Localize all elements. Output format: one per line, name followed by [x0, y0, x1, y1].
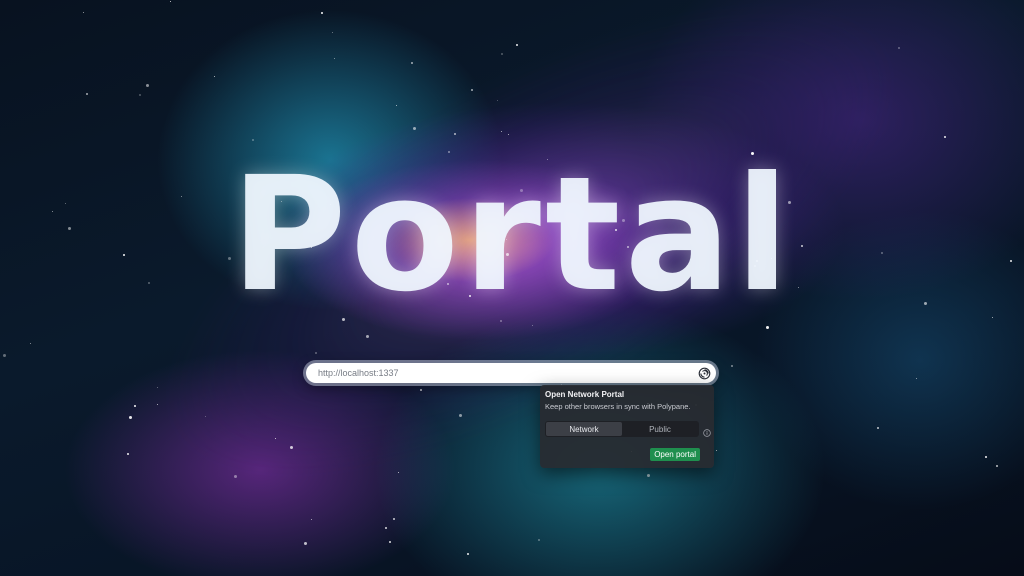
star: [315, 352, 317, 354]
hero-title: Portal: [230, 143, 794, 327]
star: [134, 405, 136, 407]
star: [275, 438, 276, 439]
star: [393, 518, 395, 520]
star: [366, 335, 369, 338]
star: [396, 105, 397, 106]
star: [398, 472, 399, 473]
star: [389, 541, 391, 543]
star: [214, 76, 215, 77]
star: [877, 427, 879, 429]
open-portal-button[interactable]: Open portal: [650, 448, 700, 461]
star: [304, 542, 307, 545]
star: [129, 416, 132, 419]
star: [996, 465, 998, 467]
star: [334, 58, 335, 59]
star: [252, 139, 254, 141]
star: [157, 387, 158, 388]
star: [501, 53, 503, 55]
star: [716, 450, 717, 451]
star: [501, 131, 502, 132]
star: [516, 44, 518, 46]
star: [290, 446, 293, 449]
star: [647, 474, 650, 477]
portal-background: Portal Open Network Portal Keep other br…: [0, 0, 1024, 576]
star: [497, 100, 498, 101]
star: [332, 32, 333, 33]
star: [471, 89, 473, 91]
url-bar: [306, 363, 716, 383]
star: [157, 404, 158, 405]
star: [944, 136, 946, 138]
mode-public-option[interactable]: Public: [622, 422, 698, 436]
star: [916, 378, 917, 379]
info-icon[interactable]: [703, 424, 711, 437]
popover-title: Open Network Portal: [545, 390, 625, 399]
popover-description: Keep other browsers in sync with Polypan…: [545, 402, 691, 411]
star: [30, 343, 31, 344]
star: [311, 519, 312, 520]
star: [3, 354, 6, 357]
star: [321, 12, 323, 14]
star: [898, 47, 900, 49]
star: [139, 94, 141, 96]
star: [411, 62, 413, 64]
star: [86, 93, 88, 95]
star: [413, 127, 416, 130]
star: [985, 456, 987, 458]
star: [467, 553, 469, 555]
star: [234, 475, 237, 478]
star: [508, 134, 509, 135]
star: [127, 453, 129, 455]
star: [385, 527, 387, 529]
network-portal-popover: Open Network Portal Keep other browsers …: [540, 385, 714, 468]
star: [146, 84, 149, 87]
star: [538, 539, 540, 541]
star: [731, 365, 733, 367]
star: [205, 416, 206, 417]
star: [83, 12, 84, 13]
url-input[interactable]: [318, 363, 678, 383]
portal-swirl-icon[interactable]: [696, 365, 712, 381]
star: [459, 414, 462, 417]
star: [454, 133, 456, 135]
mode-network-option[interactable]: Network: [546, 422, 622, 436]
star: [420, 389, 422, 391]
star: [170, 1, 171, 2]
portal-mode-toggle: Network Public: [545, 421, 699, 437]
